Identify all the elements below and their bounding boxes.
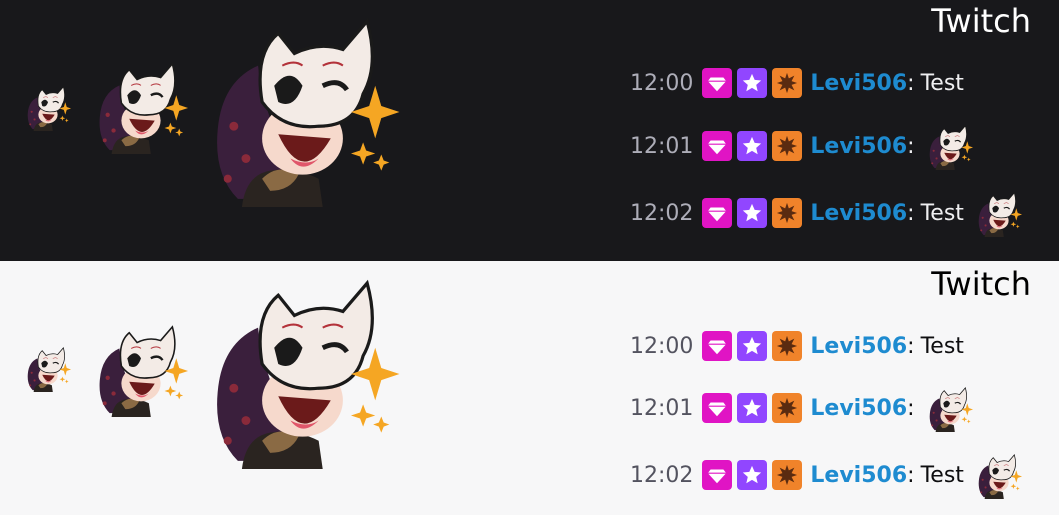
username-colon: : bbox=[907, 462, 915, 488]
cat-mask-emote-icon[interactable] bbox=[974, 451, 1024, 499]
username-colon: : bbox=[907, 70, 915, 96]
star-icon bbox=[741, 397, 763, 419]
starburst-icon bbox=[776, 135, 798, 157]
username-colon: : bbox=[907, 395, 915, 421]
prime-badge[interactable] bbox=[737, 68, 768, 98]
cat-mask-emote-icon[interactable] bbox=[925, 384, 975, 432]
message-timestamp: 12:01 bbox=[630, 395, 694, 421]
cat-mask-emote-icon bbox=[92, 54, 190, 156]
username[interactable]: Levi506 bbox=[810, 201, 907, 226]
cat-mask-emote-icon bbox=[200, 5, 405, 207]
chat-message: 12:00 Levi506: Test bbox=[630, 331, 964, 361]
diamond-icon bbox=[706, 202, 728, 224]
platform-label: Twitch bbox=[931, 2, 1031, 40]
cat-mask-emote-icon bbox=[200, 267, 405, 469]
starburst-icon bbox=[776, 202, 798, 224]
message-text: Test bbox=[920, 333, 964, 359]
message-timestamp: 12:02 bbox=[630, 200, 694, 226]
star-icon bbox=[741, 135, 763, 157]
cat-mask-emote-icon[interactable] bbox=[974, 189, 1024, 237]
sub-badge[interactable] bbox=[702, 331, 733, 361]
cat-mask-emote-icon[interactable] bbox=[925, 122, 975, 170]
username[interactable]: Levi506 bbox=[810, 71, 907, 96]
chat-message: 12:00 Levi506: Test bbox=[630, 68, 964, 98]
bits-badge[interactable] bbox=[772, 68, 803, 98]
bits-badge[interactable] bbox=[772, 198, 803, 228]
starburst-icon bbox=[776, 397, 798, 419]
emote-small bbox=[24, 82, 72, 132]
star-icon bbox=[741, 72, 763, 94]
dark-theme-panel: Twitch 12:00 Levi506: Test 12:01 Levi506… bbox=[0, 0, 1059, 261]
diamond-icon bbox=[706, 72, 728, 94]
username[interactable]: Levi506 bbox=[810, 463, 907, 488]
emote-medium bbox=[92, 54, 190, 156]
message-timestamp: 12:00 bbox=[630, 333, 694, 359]
username-colon: : bbox=[907, 333, 915, 359]
prime-badge[interactable] bbox=[737, 131, 768, 161]
chat-message: 12:01 Levi506: bbox=[630, 122, 975, 170]
bits-badge[interactable] bbox=[772, 393, 803, 423]
starburst-icon bbox=[776, 464, 798, 486]
emote-large bbox=[200, 267, 405, 469]
diamond-icon bbox=[706, 135, 728, 157]
emote-medium bbox=[92, 317, 190, 419]
sub-badge[interactable] bbox=[702, 198, 733, 228]
star-icon bbox=[741, 335, 763, 357]
starburst-icon bbox=[776, 72, 798, 94]
sub-badge[interactable] bbox=[702, 460, 733, 490]
username-colon: : bbox=[907, 133, 915, 159]
prime-badge[interactable] bbox=[737, 331, 768, 361]
chat-message: 12:02 Levi506: Test bbox=[630, 189, 1024, 237]
cat-mask-emote-icon bbox=[24, 343, 72, 393]
chat-message: 12:01 Levi506: bbox=[630, 384, 975, 432]
message-text: Test bbox=[920, 200, 964, 226]
prime-badge[interactable] bbox=[737, 460, 768, 490]
username[interactable]: Levi506 bbox=[810, 396, 907, 421]
star-icon bbox=[741, 202, 763, 224]
message-timestamp: 12:02 bbox=[630, 462, 694, 488]
sub-badge[interactable] bbox=[702, 131, 733, 161]
message-text: Test bbox=[920, 70, 964, 96]
bits-badge[interactable] bbox=[772, 131, 803, 161]
diamond-icon bbox=[706, 397, 728, 419]
emote-large bbox=[200, 5, 405, 207]
emote-small bbox=[24, 343, 72, 393]
prime-badge[interactable] bbox=[737, 198, 768, 228]
username[interactable]: Levi506 bbox=[810, 134, 907, 159]
bits-badge[interactable] bbox=[772, 331, 803, 361]
diamond-icon bbox=[706, 464, 728, 486]
star-icon bbox=[741, 464, 763, 486]
starburst-icon bbox=[776, 335, 798, 357]
sub-badge[interactable] bbox=[702, 393, 733, 423]
platform-label: Twitch bbox=[931, 265, 1031, 303]
sub-badge[interactable] bbox=[702, 68, 733, 98]
prime-badge[interactable] bbox=[737, 393, 768, 423]
diamond-icon bbox=[706, 335, 728, 357]
light-theme-panel: Twitch 12:00 Levi506: Test 12:01 Levi506… bbox=[0, 261, 1059, 515]
username-colon: : bbox=[907, 200, 915, 226]
cat-mask-emote-icon bbox=[24, 82, 72, 132]
chat-message: 12:02 Levi506: Test bbox=[630, 451, 1024, 499]
bits-badge[interactable] bbox=[772, 460, 803, 490]
message-timestamp: 12:00 bbox=[630, 70, 694, 96]
cat-mask-emote-icon bbox=[92, 317, 190, 419]
username[interactable]: Levi506 bbox=[810, 334, 907, 359]
message-timestamp: 12:01 bbox=[630, 133, 694, 159]
message-text: Test bbox=[920, 462, 964, 488]
